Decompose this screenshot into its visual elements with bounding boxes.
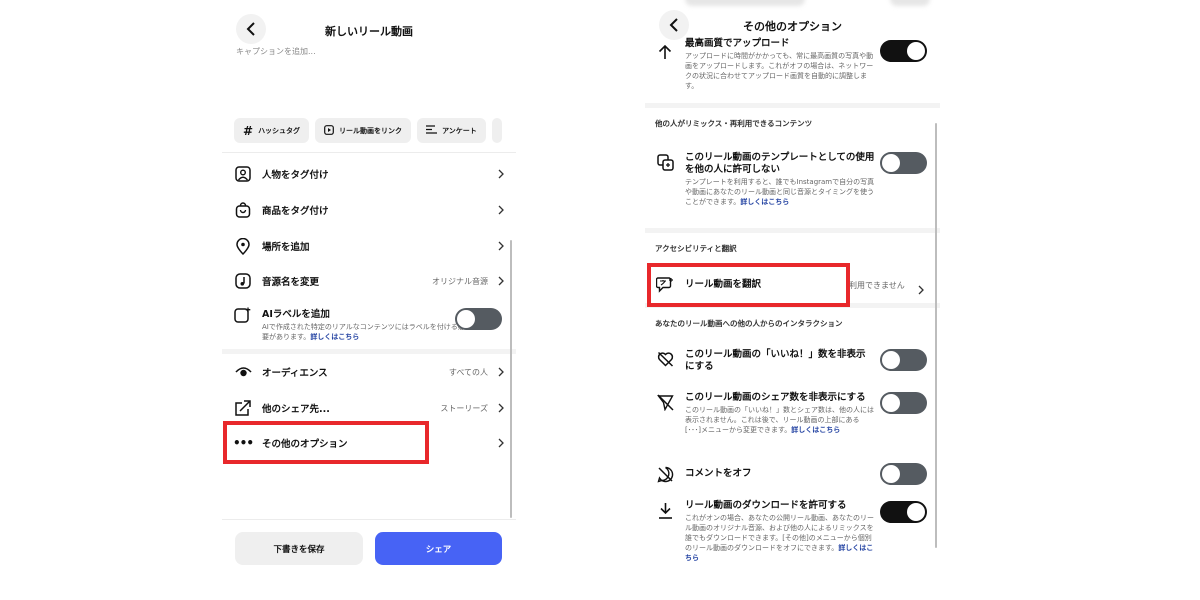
chevron-right-icon: [496, 276, 506, 286]
upload-arrow-icon: [655, 42, 675, 62]
allow-download-toggle[interactable]: [880, 501, 927, 523]
scrollbar[interactable]: [510, 240, 512, 518]
more-dots-icon: •••: [233, 436, 254, 450]
save-draft-button[interactable]: 下書きを保存: [235, 532, 363, 565]
audio-value: オリジナル音源: [432, 276, 488, 286]
section-divider: [645, 303, 940, 308]
ai-label-toggle[interactable]: [455, 308, 502, 330]
template-title: このリール動画のテンプレートとしての使用を他の人に許可しない: [685, 152, 875, 175]
comments-off-toggle[interactable]: [880, 463, 927, 485]
add-location-row[interactable]: 場所を追加: [222, 230, 506, 262]
chevron-right-icon: [496, 241, 506, 251]
share-button[interactable]: シェア: [375, 532, 502, 565]
chevron-right-icon: [496, 169, 506, 179]
chevron-right-icon: [496, 205, 506, 215]
rename-audio-row[interactable]: 音源名を変更 オリジナル音源: [222, 265, 506, 297]
share-off-icon: [655, 392, 675, 412]
section-divider: [645, 228, 940, 233]
heart-off-icon: [655, 349, 675, 369]
shopping-bag-icon: [234, 201, 252, 219]
translate-icon: [655, 275, 675, 295]
section-header-accessibility: アクセシビリティと翻訳: [655, 244, 737, 253]
allow-download-desc: これがオンの場合、あなたの公開リール動画、あなたのリール動画のオリジナル音源、お…: [685, 514, 874, 562]
tag-people-row[interactable]: 人物をタグ付け: [222, 158, 506, 190]
hashtag-chip[interactable]: # ハッシュタグ: [234, 118, 310, 143]
more-chip[interactable]: [491, 118, 502, 143]
upload-quality-desc: アップロードに時間がかかっても、常に最高画質の写真や動画をアップロードします。こ…: [685, 52, 874, 90]
learn-more-link[interactable]: 詳しくはこちら: [310, 333, 359, 341]
divider: [222, 519, 516, 520]
divider: [222, 152, 516, 153]
hide-shares-title: このリール動画のシェア数を非表示にする: [685, 392, 866, 403]
translate-value: 利用できません: [849, 281, 905, 290]
section-divider: [645, 103, 940, 108]
learn-more-link[interactable]: 詳しくはこちら: [740, 198, 789, 206]
eye-icon: [234, 363, 252, 381]
share-to-row[interactable]: 他のシェア先... ストーリーズ: [222, 392, 506, 424]
chevron-right-icon: [496, 438, 506, 448]
more-options-screen: その他のオプション 最高画質でアップロード アップロードに時間がかかっても、常に…: [645, 0, 940, 600]
comments-off-title: コメントをオフ: [685, 468, 752, 479]
ai-label-desc: AIで作成された特定のリアルなコンテンツにはラベルを付ける必要があります。詳しく…: [262, 323, 465, 341]
hide-shares-desc: このリール動画の「いいね！」数とシェア数は、他の人には表示されません。これは後で…: [685, 406, 874, 434]
chevron-right-icon: [496, 403, 506, 413]
audience-row[interactable]: オーディエンス すべての人: [222, 356, 506, 388]
allow-download-title: リール動画のダウンロードを許可する: [685, 500, 847, 511]
scrollbar[interactable]: [935, 123, 937, 548]
poll-chip[interactable]: アンケート: [417, 118, 486, 143]
hide-shares-toggle[interactable]: [880, 392, 927, 414]
caption-chips: # ハッシュタグ リール動画をリンク アンケート: [234, 118, 502, 143]
blurred-content: [685, 0, 805, 6]
tag-person-icon: [234, 165, 252, 183]
chevron-right-icon: [918, 280, 924, 299]
page-title: 新しいリール動画: [325, 25, 413, 38]
share-arrow-icon: [234, 399, 252, 417]
section-header-remix: 他の人がリミックス・再利用できるコンテンツ: [655, 119, 813, 128]
upload-quality-title: 最高画質でアップロード: [685, 38, 790, 49]
chevron-right-icon: [496, 367, 506, 377]
poll-icon: [426, 125, 438, 136]
new-reel-screen: 新しいリール動画 キャプションを追加... # ハッシュタグ リール動画をリンク…: [222, 0, 516, 600]
translate-row[interactable]: リール動画を翻訳 利用できません: [655, 276, 930, 296]
section-header-interactions: あなたのリール動画への他の人からのインタラクション: [655, 319, 843, 328]
upload-quality-toggle[interactable]: [880, 40, 927, 62]
section-divider: [222, 349, 516, 354]
learn-more-link[interactable]: 詳しくはこちら: [791, 426, 840, 434]
ai-label-icon: [234, 307, 252, 325]
translate-title: リール動画を翻訳: [685, 279, 762, 290]
reel-icon: [324, 124, 334, 137]
location-pin-icon: [234, 237, 252, 255]
music-note-icon: [234, 272, 252, 290]
hashtag-icon: #: [243, 123, 254, 138]
template-icon: [655, 152, 675, 172]
comment-off-icon: [655, 464, 675, 484]
caption-input[interactable]: キャプションを追加...: [236, 46, 316, 57]
download-icon: [655, 500, 675, 520]
more-options-row[interactable]: ••• その他のオプション: [222, 427, 506, 459]
link-reel-chip[interactable]: リール動画をリンク: [315, 118, 412, 143]
page-title: その他のオプション: [743, 20, 842, 33]
hide-likes-title: このリール動画の「いいね！」数を非表示にする: [685, 349, 866, 372]
blurred-content: [890, 0, 930, 6]
template-desc: テンプレートを利用すると、誰でもInstagramで自分の写真や動画にあなたのリ…: [685, 178, 875, 206]
template-toggle[interactable]: [880, 152, 927, 174]
tag-products-row[interactable]: 商品をタグ付け: [222, 194, 506, 226]
hide-likes-toggle[interactable]: [880, 349, 927, 371]
